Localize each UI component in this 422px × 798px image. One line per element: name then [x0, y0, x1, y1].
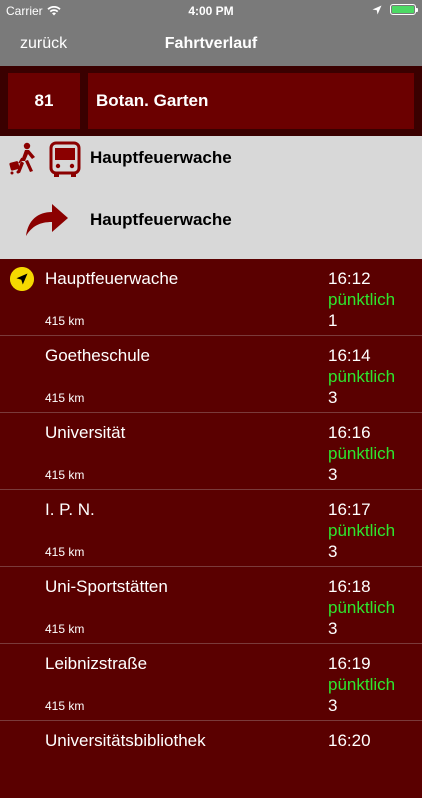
battery-icon	[390, 4, 418, 15]
stop-status: pünktlich	[328, 444, 396, 463]
location-arrow-icon	[10, 267, 34, 291]
stop-time: 16:16	[328, 423, 371, 442]
list-item[interactable]: Leibnizstraße 415 km 16:19 pünktlich 3	[0, 644, 422, 721]
info-panel: Hauptfeuerwache Hauptfeuerwache	[0, 136, 422, 259]
stop-time: 16:12	[328, 269, 371, 288]
stop-distance: 415 km	[45, 545, 85, 559]
bus-icon	[49, 141, 81, 177]
stop-status: pünktlich	[328, 367, 396, 386]
list-item[interactable]: Hauptfeuerwache 415 km 16:12 pünktlich 1	[0, 259, 422, 336]
stop-status: pünktlich	[328, 521, 396, 540]
stop-name: Leibnizstraße	[45, 654, 148, 673]
stop-platform: 3	[328, 465, 338, 484]
stop-distance: 415 km	[45, 622, 85, 636]
list-item[interactable]: Uni-Sportstätten 415 km 16:18 pünktlich …	[0, 567, 422, 644]
page-title: Fahrtverlauf	[164, 35, 258, 52]
stop-name: Uni-Sportstätten	[45, 577, 168, 596]
location-arrow-icon	[372, 5, 382, 14]
stop-platform: 3	[328, 619, 338, 638]
boarding-row: Hauptfeuerwache	[0, 136, 422, 182]
stop-platform: 3	[328, 388, 338, 407]
turn-arrow-icon	[26, 204, 68, 236]
boarding-stop-label: Hauptfeuerwache	[90, 148, 232, 167]
stop-name: Universität	[45, 423, 126, 442]
stop-time: 16:17	[328, 500, 371, 519]
stop-name: Universitätsbibliothek	[45, 731, 206, 750]
stop-platform: 3	[328, 542, 338, 561]
stop-platform: 1	[328, 311, 338, 330]
nav-bar: zurück Fahrtverlauf	[0, 22, 422, 66]
status-right-group	[372, 4, 418, 15]
route-header: 81 Botan. Garten	[0, 66, 422, 136]
status-time: 4:00 PM	[188, 4, 234, 18]
stop-time: 16:14	[328, 346, 371, 365]
stop-time: 16:20	[328, 731, 371, 750]
walking-icon	[9, 142, 35, 175]
stop-status: pünktlich	[328, 598, 396, 617]
list-item[interactable]: Universität 415 km 16:16 pünktlich 3	[0, 413, 422, 490]
stop-time: 16:19	[328, 654, 371, 673]
stop-time: 16:18	[328, 577, 371, 596]
stop-distance: 415 km	[45, 314, 85, 328]
stop-name: Hauptfeuerwache	[45, 269, 179, 288]
stop-distance: 415 km	[45, 699, 85, 713]
stops-list: Hauptfeuerwache 415 km 16:12 pünktlich 1…	[0, 259, 422, 798]
stop-status: pünktlich	[328, 290, 396, 309]
list-item[interactable]: Goetheschule 415 km 16:14 pünktlich 3	[0, 336, 422, 413]
battery-fill	[392, 6, 414, 13]
stop-name: Goetheschule	[45, 346, 150, 365]
route-destination: Botan. Garten	[88, 73, 414, 129]
list-item[interactable]: I. P. N. 415 km 16:17 pünktlich 3	[0, 490, 422, 567]
stop-platform: 3	[328, 696, 338, 715]
list-item[interactable]: Universitätsbibliothek 16:20	[0, 721, 422, 798]
stop-status: pünktlich	[328, 675, 396, 694]
route-number: 81	[8, 73, 80, 129]
stop-distance: 415 km	[45, 468, 85, 482]
stop-name: I. P. N.	[45, 500, 95, 519]
status-bar: Carrier 4:00 PM	[0, 0, 422, 22]
next-stop-row: Hauptfeuerwache	[0, 182, 422, 259]
next-stop-label: Hauptfeuerwache	[90, 210, 232, 229]
stop-distance: 415 km	[45, 391, 85, 405]
